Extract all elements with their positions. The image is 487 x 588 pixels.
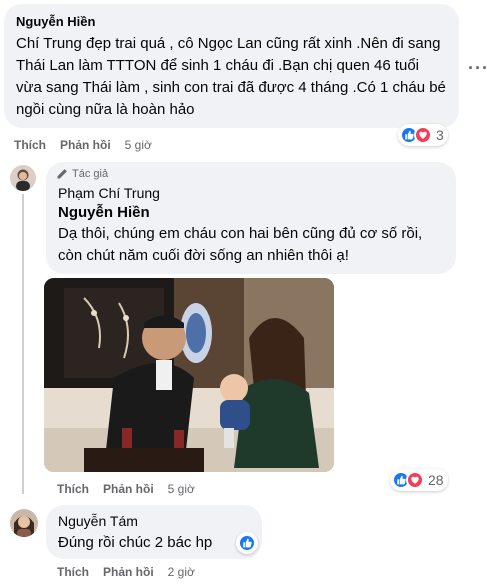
comment-text: Dạ thôi, chúng em cháu con hai bên cũng … (58, 225, 423, 264)
badge-label: Tác giả (72, 168, 109, 180)
reaction-count: 3 (436, 127, 444, 143)
timestamp[interactable]: 2 giờ (168, 565, 195, 579)
comment-author[interactable]: Nguyễn Tám (58, 513, 250, 529)
reaction-badge[interactable] (236, 532, 258, 554)
reply-button[interactable]: Phản hồi (60, 138, 111, 152)
like-icon (238, 534, 256, 552)
reaction-badge[interactable]: 28 (390, 469, 448, 491)
comment-text: Chí Trung đẹp trai quá , cô Ngọc Lan cũn… (16, 35, 446, 118)
comment-bubble-2: Tác giả Phạm Chí Trung Nguyễn Hiền Dạ th… (46, 162, 456, 274)
timestamp[interactable]: 5 giờ (168, 482, 195, 496)
reply-button[interactable]: Phản hồi (103, 565, 154, 579)
author-badge: Tác giả (56, 168, 444, 180)
comment-actions: Thích Phản hồi 5 giờ (14, 138, 152, 152)
comment-bubble-1: Nguyễn Hiền Chí Trung đẹp trai quá , cô … (4, 4, 459, 128)
comment-actions: Thích Phản hồi 2 giờ (57, 565, 195, 579)
comment-photo[interactable] (44, 278, 334, 472)
love-icon (414, 126, 432, 144)
like-button[interactable]: Thích (14, 138, 46, 152)
thread-line (22, 194, 24, 494)
comment-bubble-3: Nguyễn Tám Đúng rồi chúc 2 bác hp (46, 505, 262, 559)
avatar[interactable] (10, 509, 38, 537)
pencil-icon (56, 168, 68, 180)
comment-author[interactable]: Nguyễn Hiền (16, 14, 447, 29)
mention[interactable]: Nguyễn Hiền (58, 204, 444, 221)
more-icon[interactable]: ··· (468, 58, 487, 79)
reply-button[interactable]: Phản hồi (103, 482, 154, 496)
love-icon (406, 471, 424, 489)
avatar[interactable] (10, 165, 36, 191)
like-button[interactable]: Thích (57, 565, 89, 579)
like-button[interactable]: Thích (57, 482, 89, 496)
comment-text: Đúng rồi chúc 2 bác hp (58, 534, 213, 551)
reaction-count: 28 (428, 472, 444, 488)
reaction-badge[interactable]: 3 (398, 124, 448, 146)
comment-actions: Thích Phản hồi 5 giờ (57, 482, 195, 496)
comment-author[interactable]: Phạm Chí Trung (58, 185, 444, 201)
timestamp[interactable]: 5 giờ (125, 138, 152, 152)
